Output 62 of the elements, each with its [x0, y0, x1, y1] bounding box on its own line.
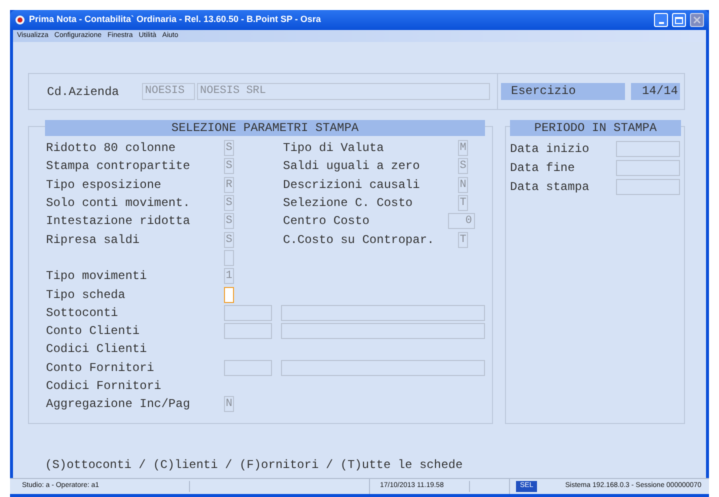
parameter-label: Descrizioni causali: [283, 176, 421, 194]
input-field[interactable]: N: [224, 396, 234, 412]
parameter-label: Conto Fornitori: [46, 360, 156, 377]
parameter-label: Solo conti moviment.: [46, 195, 192, 212]
app-icon: [15, 15, 25, 25]
period-label: Data inizio: [510, 140, 590, 158]
parameter-label: Tipo di Valuta: [283, 140, 385, 158]
parameter-label: Ridotto 80 colonne: [46, 140, 177, 158]
parameter-label: C.Costo su Contropar.: [283, 232, 436, 249]
maximize-button[interactable]: [672, 13, 686, 27]
parameter-label: Conto Clienti: [46, 323, 141, 340]
parameter-label: Aggregazione Inc/Pag: [46, 396, 192, 414]
input-field[interactable]: T: [458, 232, 468, 248]
period-label: Data stampa: [510, 178, 590, 196]
company-label: Cd.Azienda: [47, 84, 120, 100]
input-field[interactable]: S: [224, 213, 234, 230]
parameter-label: Codici Clienti: [46, 341, 148, 358]
close-button[interactable]: [690, 13, 704, 27]
window-title: Prima Nota - Contabilita` Ordinaria - Rel. 13.60.50 - B.Point SP - Osra: [29, 13, 321, 26]
input-field[interactable]: T: [458, 195, 468, 212]
hint-text: (S)ottoconti / (C)lienti / (F)ornitori / (T)utte le schede: [44, 457, 464, 474]
period-header: PERIODO IN STAMPA: [510, 120, 681, 136]
input-field[interactable]: [281, 304, 485, 321]
close-icon: [693, 16, 701, 24]
parameter-label: Sottoconti: [46, 304, 120, 322]
parameter-label: Tipo esposizione: [46, 176, 162, 194]
input-field[interactable]: [616, 178, 680, 194]
input-field[interactable]: [281, 323, 485, 340]
parameter-label: Ripresa saldi: [46, 232, 141, 249]
parameter-label: Stampa contropartite: [46, 158, 192, 176]
input-field[interactable]: R: [224, 176, 234, 193]
parameter-label: Tipo scheda: [46, 286, 126, 304]
parameter-label: Codici Fornitori: [46, 378, 162, 395]
parameter-label: Selezione C. Costo: [283, 195, 414, 212]
input-field[interactable]: 0: [448, 213, 475, 230]
input-field[interactable]: S: [458, 158, 468, 174]
input-field[interactable]: S: [224, 158, 234, 174]
input-field[interactable]: [616, 160, 680, 176]
year-value: 14/14: [631, 83, 680, 100]
parameters-header: SELEZIONE PARAMETRI STAMPA: [45, 120, 485, 136]
company-code-field[interactable]: NOESIS: [142, 83, 195, 100]
year-label: Esercizio: [501, 83, 625, 100]
company-name-field[interactable]: NOESIS SRL: [197, 83, 490, 100]
input-field[interactable]: S: [224, 195, 234, 212]
input-field[interactable]: S: [224, 140, 234, 156]
parameter-label: Intestazione ridotta: [46, 213, 192, 230]
input-field[interactable]: N: [458, 176, 468, 193]
period-label: Data fine: [510, 160, 576, 176]
minimize-button[interactable]: [654, 13, 668, 27]
parameter-label: Tipo movimenti: [46, 268, 148, 286]
input-field[interactable]: [224, 323, 272, 340]
parameter-label: Saldi uguali a zero: [283, 158, 421, 176]
input-field[interactable]: [224, 360, 272, 376]
parameter-label: Centro Costo: [283, 213, 370, 230]
input-field[interactable]: M: [458, 140, 468, 156]
input-field[interactable]: [224, 250, 234, 266]
input-field[interactable]: [224, 286, 234, 303]
input-field[interactable]: 1: [224, 268, 234, 284]
input-field[interactable]: [224, 304, 272, 321]
input-field[interactable]: S: [224, 232, 234, 248]
input-field[interactable]: [281, 360, 485, 376]
input-field[interactable]: [616, 140, 680, 156]
